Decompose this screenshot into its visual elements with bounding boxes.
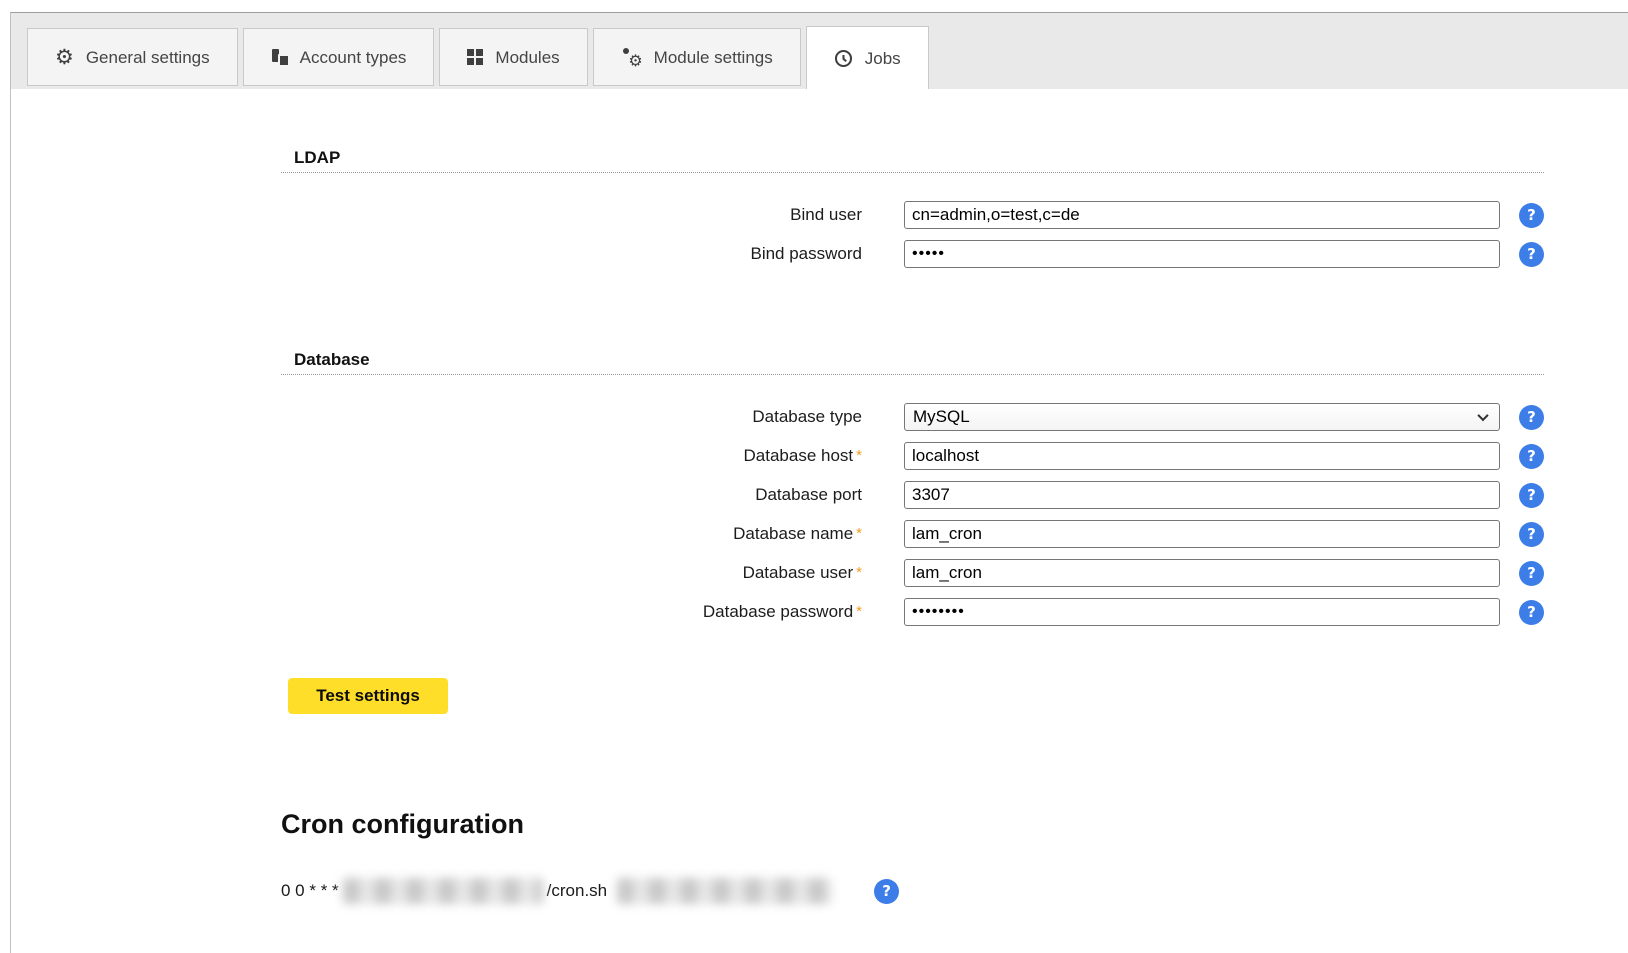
database-port-input[interactable]	[904, 481, 1500, 509]
tab-general-settings[interactable]: ⚙ General settings	[27, 28, 238, 86]
cron-help-icon[interactable]: ?	[874, 879, 899, 904]
ldap-form: Bind user ? Bind password ?	[281, 201, 1544, 268]
bind-password-help-icon[interactable]: ?	[1519, 242, 1544, 267]
database-user-input[interactable]	[904, 559, 1500, 587]
cron-command-line: 0 0 * * * /cron.sh ?	[281, 878, 1544, 904]
required-asterisk: *	[856, 603, 862, 620]
tab-account-types[interactable]: Account types	[243, 28, 435, 86]
grid-icon	[467, 49, 483, 65]
bind-password-label: Bind password	[750, 240, 904, 268]
tab-module-settings[interactable]: ⚙ Module settings	[593, 28, 801, 86]
tab-bar: ⚙ General settings Account types Modules…	[11, 13, 1628, 89]
tab-modules[interactable]: Modules	[439, 28, 587, 86]
tab-label: Account types	[300, 49, 407, 66]
database-user-help-icon[interactable]: ?	[1519, 561, 1544, 586]
database-port-help-icon[interactable]: ?	[1519, 483, 1544, 508]
jobs-panel: LDAP Bind user ? Bind password ? Databas…	[11, 148, 1628, 904]
bind-user-help-icon[interactable]: ?	[1519, 203, 1544, 228]
clock-icon	[834, 49, 853, 68]
database-user-label: Database user*	[743, 559, 904, 587]
bind-user-label: Bind user	[790, 201, 904, 229]
required-asterisk: *	[856, 447, 862, 464]
bind-password-input[interactable]	[904, 240, 1500, 268]
chevron-down-icon	[1477, 410, 1488, 421]
database-section: Database Database type MySQL ? Database …	[281, 350, 1544, 626]
ldap-section: LDAP Bind user ? Bind password ?	[281, 148, 1544, 268]
tab-label: Modules	[495, 49, 559, 66]
gears-icon: ⚙	[621, 47, 642, 67]
database-host-input[interactable]	[904, 442, 1500, 470]
database-name-label: Database name*	[733, 520, 904, 548]
cron-schedule: 0 0 * * *	[281, 881, 339, 901]
redacted-path	[343, 878, 543, 904]
database-password-input[interactable]	[904, 598, 1500, 626]
database-host-help-icon[interactable]: ?	[1519, 444, 1544, 469]
database-host-label: Database host*	[744, 442, 904, 470]
cron-configuration-title: Cron configuration	[281, 809, 1544, 840]
redacted-arguments	[617, 878, 832, 904]
database-type-value: MySQL	[913, 407, 970, 427]
ldap-section-header: LDAP	[281, 148, 1544, 173]
database-name-help-icon[interactable]: ?	[1519, 522, 1544, 547]
tab-jobs[interactable]: Jobs	[806, 26, 929, 89]
cron-script-name: /cron.sh	[547, 881, 607, 901]
database-type-label: Database type	[752, 403, 904, 431]
required-asterisk: *	[856, 564, 862, 581]
copy-icon	[271, 49, 288, 65]
database-section-title: Database	[281, 350, 1544, 370]
test-settings-button[interactable]: Test settings	[288, 678, 448, 714]
config-frame: ⚙ General settings Account types Modules…	[10, 12, 1628, 953]
bind-user-input[interactable]	[904, 201, 1500, 229]
database-password-label: Database password*	[703, 598, 904, 626]
database-type-select[interactable]: MySQL	[904, 403, 1500, 431]
database-section-header: Database	[281, 350, 1544, 375]
required-asterisk: *	[856, 525, 862, 542]
database-name-input[interactable]	[904, 520, 1500, 548]
ldap-section-title: LDAP	[281, 148, 1544, 168]
gear-icon: ⚙	[55, 47, 74, 68]
tab-label: Module settings	[654, 49, 773, 66]
database-type-help-icon[interactable]: ?	[1519, 405, 1544, 430]
tab-label: Jobs	[865, 50, 901, 67]
database-port-label: Database port	[755, 481, 904, 509]
tab-label: General settings	[86, 49, 210, 66]
database-form: Database type MySQL ? Database host* ? D…	[281, 403, 1544, 626]
database-password-help-icon[interactable]: ?	[1519, 600, 1544, 625]
